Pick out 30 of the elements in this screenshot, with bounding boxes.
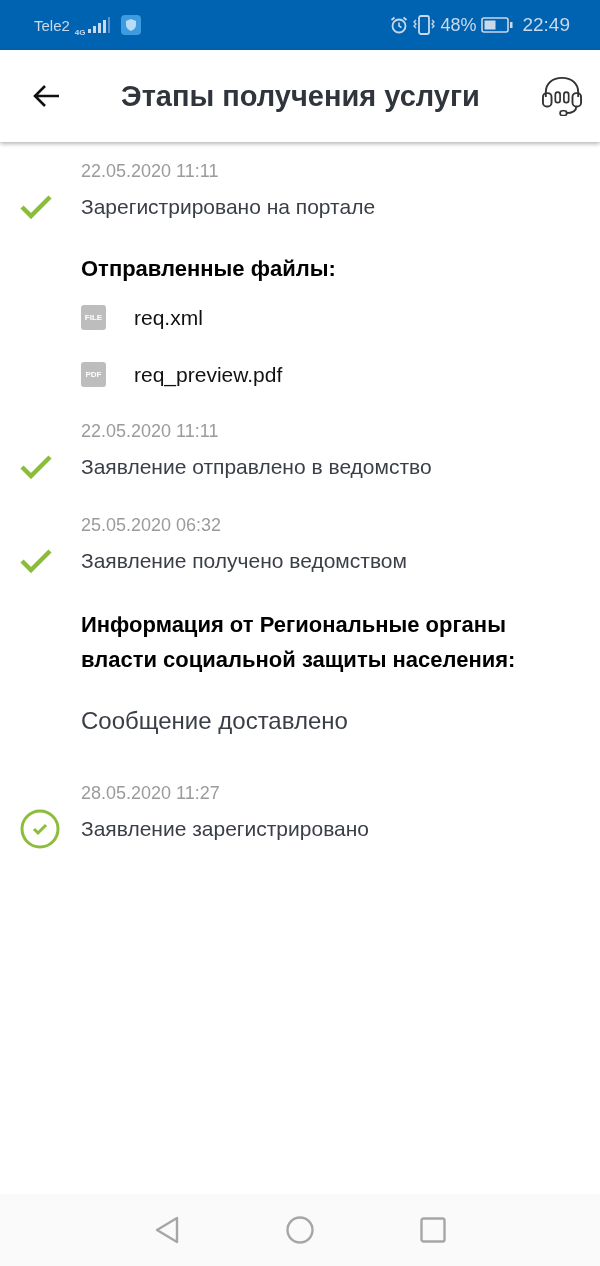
- recents-square-icon: [420, 1217, 446, 1243]
- step-date: 22.05.2020 11:11: [81, 420, 220, 443]
- back-arrow-icon: [32, 84, 60, 108]
- file-type-badge: FILE: [81, 305, 106, 330]
- back-triangle-icon: [154, 1216, 180, 1244]
- section-heading: Информация от Региональные органы власти социальной защиты населения:: [81, 611, 517, 674]
- network-type-label: 4G: [74, 27, 86, 37]
- vibrate-icon: [413, 15, 436, 35]
- screen-title: Этапы получения услуги: [121, 79, 480, 113]
- headset-icon: [541, 76, 583, 116]
- battery-icon: [481, 17, 514, 33]
- clock-time: 22:49: [522, 14, 570, 36]
- home-circle-icon: [286, 1216, 314, 1244]
- shield-icon: [120, 15, 141, 35]
- alarm-clock-icon: [390, 16, 409, 34]
- file-type-badge: PDF: [81, 362, 106, 387]
- section-heading: Отправленные файлы:: [81, 255, 337, 283]
- step-status-text: Заявление зарегистрировано: [81, 816, 369, 842]
- carrier-name: Tele2: [34, 16, 70, 34]
- file-link[interactable]: req.xml: [134, 305, 203, 330]
- step-status-text: Зарегистрировано на портале: [81, 194, 376, 220]
- message-text: Сообщение доставлено: [81, 706, 349, 736]
- file-link[interactable]: req_preview.pdf: [134, 362, 283, 387]
- step-date: 28.05.2020 11:27: [81, 782, 221, 805]
- step-date: 22.05.2020 11:11: [81, 160, 220, 183]
- step-status-text: Заявление получено ведомством: [81, 548, 407, 574]
- signal-bars-icon: [87, 17, 110, 33]
- battery-percent: 48%: [440, 14, 477, 36]
- step-date: 25.05.2020 06:32: [81, 514, 223, 537]
- step-status-text: Заявление отправлено в ведомство: [81, 454, 432, 480]
